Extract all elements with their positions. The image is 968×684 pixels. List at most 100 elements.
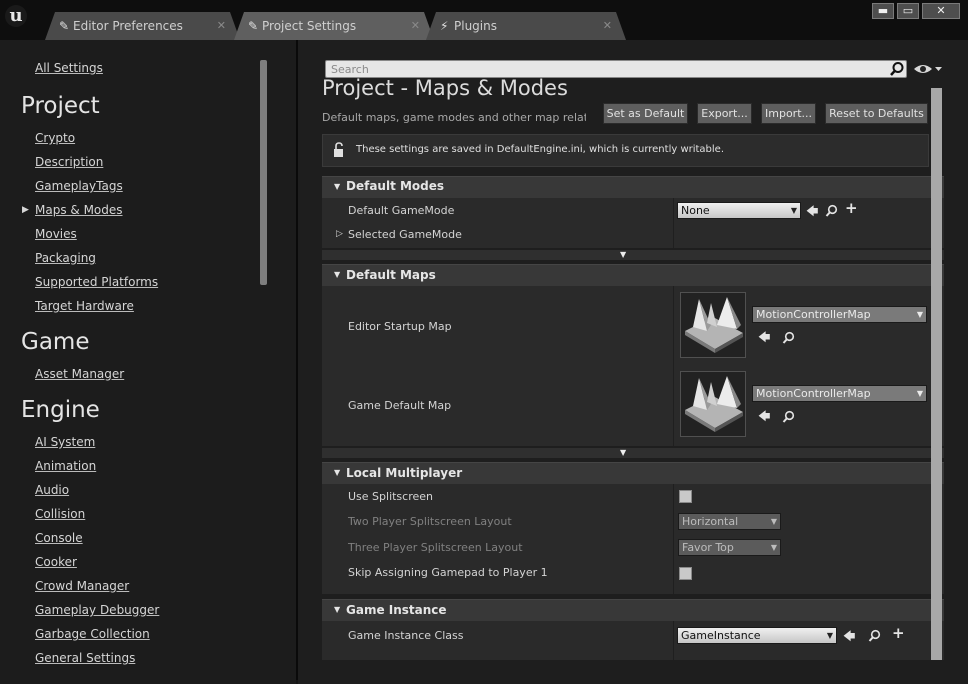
minimize-button[interactable]: ▬ <box>872 3 894 19</box>
default-gamemode-dropdown[interactable]: None ▼ <box>677 202 801 219</box>
chevron-down-icon: ▼ <box>826 631 833 640</box>
sidebar-item-crowd-manager[interactable]: Crowd Manager <box>35 579 129 593</box>
chevron-down-icon: ▼ <box>916 310 923 319</box>
advanced-expand-bar[interactable] <box>322 249 944 260</box>
collapse-arrow-icon[interactable]: ▼ <box>334 468 340 477</box>
game-default-map-dropdown[interactable]: MotionControllerMap ▼ <box>752 385 927 402</box>
sidebar-section-heading: Game <box>21 329 90 355</box>
sidebar-item-collision[interactable]: Collision <box>35 507 85 521</box>
project-settings-icon: ✎ <box>248 19 259 33</box>
close-button[interactable]: ✕ <box>922 3 960 19</box>
view-options-eye-icon[interactable] <box>913 62 943 76</box>
close-icon[interactable]: ✕ <box>603 12 612 40</box>
tab-plugins[interactable]: ⚡ Plugins ✕ <box>426 12 626 40</box>
use-selected-arrow-icon[interactable]: 🡄 <box>758 410 770 422</box>
use-selected-arrow-icon[interactable]: 🡄 <box>843 630 855 642</box>
search-input[interactable] <box>326 61 906 77</box>
sidebar-item-audio[interactable]: Audio <box>35 483 69 497</box>
expand-arrow-icon[interactable]: ▷ <box>336 229 343 239</box>
editor-startup-map-label: Editor Startup Map <box>348 320 452 333</box>
browse-search-icon[interactable] <box>868 629 881 642</box>
browse-search-icon[interactable] <box>782 331 795 344</box>
browse-search-icon[interactable] <box>782 410 795 423</box>
use-splitscreen-label: Use Splitscreen <box>348 490 434 503</box>
sidebar-section-heading: Project <box>21 93 100 119</box>
sidebar-item-movies[interactable]: Movies <box>35 227 77 241</box>
three-player-layout-dropdown[interactable]: Favor Top ▼ <box>678 539 781 556</box>
expand-advanced-icon[interactable]: ▼ <box>620 448 626 457</box>
sidebar-item-description[interactable]: Description <box>35 155 103 169</box>
sidebar-item-gameplaytags[interactable]: GameplayTags <box>35 179 123 193</box>
maximize-button[interactable]: ▭ <box>897 3 919 19</box>
notice-text: These settings are saved in DefaultEngin… <box>356 144 725 155</box>
close-icon[interactable]: ✕ <box>217 12 226 40</box>
sidebar-item-general-settings[interactable]: General Settings <box>35 651 135 665</box>
section-title: Default Modes <box>346 179 445 193</box>
reset-to-defaults-button[interactable]: Reset to Defaults <box>825 103 928 124</box>
chevron-down-icon: ▼ <box>770 517 777 526</box>
sidebar-item-target-hardware[interactable]: Target Hardware <box>35 299 134 313</box>
use-splitscreen-checkbox[interactable] <box>679 490 692 503</box>
sidebar-item-crypto[interactable]: Crypto <box>35 131 75 145</box>
unlocked-icon <box>333 142 347 158</box>
tab-editor-preferences[interactable]: ✎ Editor Preferences ✕ <box>45 12 240 40</box>
maximize-icon: ▭ <box>902 4 914 17</box>
column-divider[interactable] <box>673 484 674 594</box>
set-as-default-button[interactable]: Set as Default <box>603 103 688 124</box>
section-title: Local Multiplayer <box>346 466 463 480</box>
map-thumbnail-icon[interactable] <box>680 371 746 437</box>
sidebar-item-console[interactable]: Console <box>35 531 83 545</box>
tab-project-settings[interactable]: ✎ Project Settings ✕ <box>234 12 434 40</box>
add-plus-icon[interactable]: + <box>845 201 858 216</box>
game-default-map-label: Game Default Map <box>348 399 452 412</box>
sidebar-item-ai-system[interactable]: AI System <box>35 435 95 449</box>
sidebar-item-supported-platforms[interactable]: Supported Platforms <box>35 275 158 289</box>
editor-startup-map-dropdown[interactable]: MotionControllerMap ▼ <box>752 306 927 323</box>
column-divider[interactable] <box>673 198 674 248</box>
plugins-icon: ⚡ <box>440 19 449 33</box>
expand-advanced-icon[interactable]: ▼ <box>620 250 626 259</box>
browse-search-icon[interactable] <box>825 204 838 217</box>
sidebar-item-gameplay-debugger[interactable]: Gameplay Debugger <box>35 603 159 617</box>
collapse-arrow-icon[interactable]: ▼ <box>334 270 340 279</box>
sidebar-item-cooker[interactable]: Cooker <box>35 555 77 569</box>
section-title: Default Maps <box>346 268 436 282</box>
collapse-arrow-icon[interactable]: ▼ <box>334 605 340 614</box>
selected-gamemode-label[interactable]: Selected GameMode <box>348 228 462 241</box>
two-player-layout-dropdown[interactable]: Horizontal ▼ <box>678 513 781 530</box>
map-thumbnail-icon[interactable] <box>680 292 746 358</box>
page-title: Project - Maps & Modes <box>322 76 568 100</box>
column-divider[interactable] <box>673 621 674 660</box>
two-player-layout-label: Two Player Splitscreen Layout <box>348 515 512 528</box>
close-icon: ✕ <box>936 4 946 17</box>
sidebar-item-garbage-collection[interactable]: Garbage Collection <box>35 627 150 641</box>
game-instance-class-label: Game Instance Class <box>348 629 464 642</box>
sidebar-item-maps-modes[interactable]: Maps & Modes <box>35 203 123 217</box>
sidebar-item-packaging[interactable]: Packaging <box>35 251 96 265</box>
chevron-down-icon: ▼ <box>790 206 797 215</box>
close-icon[interactable]: ✕ <box>411 12 420 40</box>
sidebar-section-heading: Engine <box>21 397 100 423</box>
advanced-expand-bar[interactable] <box>322 447 944 458</box>
use-selected-arrow-icon[interactable]: 🡄 <box>806 205 818 217</box>
search-icon[interactable] <box>889 61 905 77</box>
use-selected-arrow-icon[interactable]: 🡄 <box>758 331 770 343</box>
sidebar-item-asset-manager[interactable]: Asset Manager <box>35 367 124 381</box>
skip-gamepad-checkbox[interactable] <box>679 567 692 580</box>
import-button[interactable]: Import... <box>761 103 816 124</box>
chevron-down-icon: ▼ <box>916 389 923 398</box>
editor-preferences-icon: ✎ <box>59 19 70 33</box>
sidebar-item-all-settings[interactable]: All Settings <box>35 61 103 75</box>
column-divider[interactable] <box>673 286 674 446</box>
default-gamemode-label: Default GameMode <box>348 204 455 217</box>
export-button[interactable]: Export... <box>697 103 752 124</box>
minimize-icon: ▬ <box>877 4 889 17</box>
selected-arrow-icon: ▶ <box>22 205 29 215</box>
sidebar-item-animation[interactable]: Animation <box>35 459 96 473</box>
chevron-down-icon: ▼ <box>770 543 777 552</box>
game-instance-class-dropdown[interactable]: GameInstance ▼ <box>677 627 837 644</box>
add-plus-icon[interactable]: + <box>892 626 905 641</box>
collapse-arrow-icon[interactable]: ▼ <box>334 182 340 191</box>
main-scrollbar[interactable] <box>931 88 942 660</box>
sidebar-scrollbar[interactable] <box>260 60 267 285</box>
